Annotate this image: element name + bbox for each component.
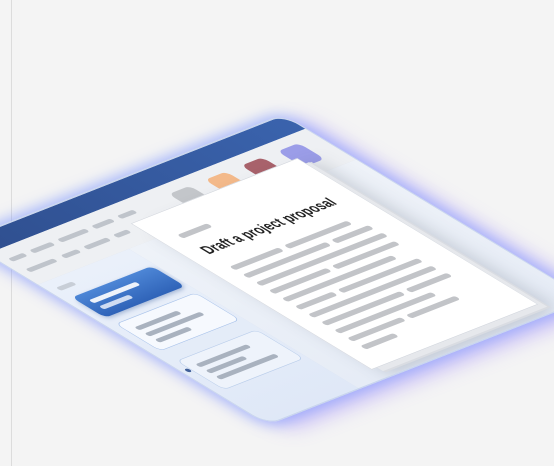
toolbar-menu-placeholder[interactable] bbox=[56, 228, 90, 243]
toolbar-menu-placeholder[interactable] bbox=[91, 218, 116, 230]
app-window: Draft a project proposal bbox=[0, 114, 554, 426]
toolbar-menu-placeholder[interactable] bbox=[116, 209, 138, 220]
toolbar-menu-placeholder[interactable] bbox=[29, 241, 56, 254]
doc-header-placeholder bbox=[177, 223, 213, 239]
toolbar-menu-placeholder[interactable] bbox=[60, 249, 82, 259]
toolbar-menu-placeholder[interactable] bbox=[82, 237, 112, 250]
toolbar-menu-placeholder[interactable] bbox=[7, 252, 28, 262]
app-window-isometric: Draft a project proposal bbox=[0, 114, 554, 426]
toolbar-menu-placeholder[interactable] bbox=[25, 258, 59, 273]
toolbar-menu-placeholder[interactable] bbox=[112, 229, 132, 238]
illustration-canvas: Draft a project proposal bbox=[0, 0, 554, 466]
sidebar-header-placeholder bbox=[55, 281, 77, 291]
